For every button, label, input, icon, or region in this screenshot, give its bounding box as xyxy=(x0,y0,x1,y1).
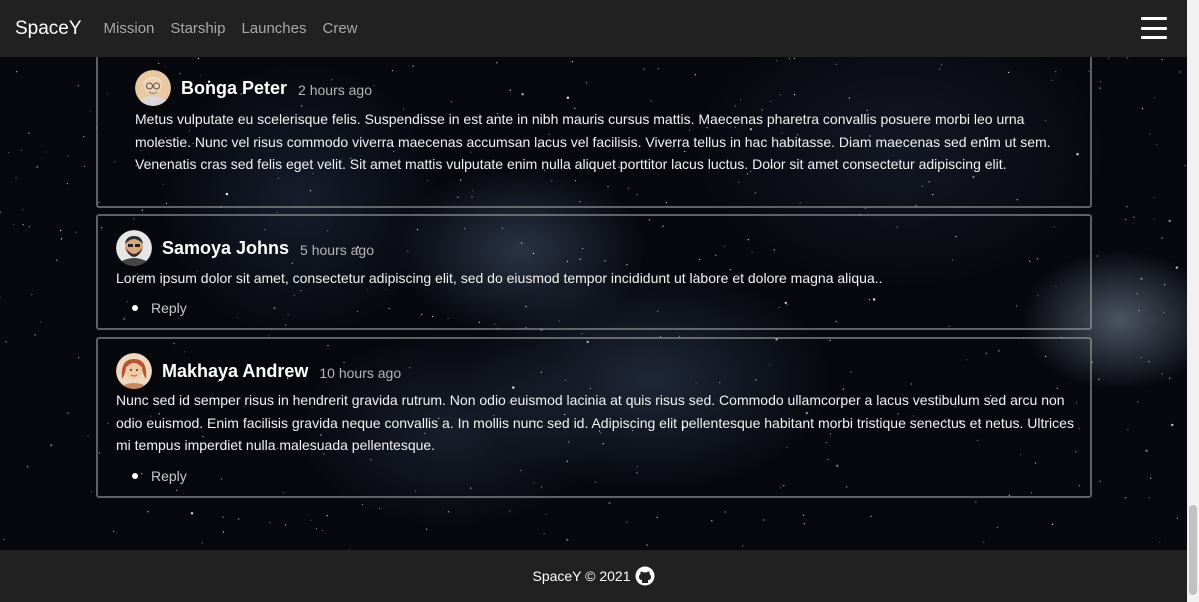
scrollbar-thumb[interactable] xyxy=(1189,505,1197,595)
comment-author[interactable]: Makhaya Andrew xyxy=(162,361,308,382)
github-icon[interactable] xyxy=(635,566,655,586)
page-footer: SpaceY © 2021 xyxy=(0,550,1187,602)
nav-link-starship[interactable]: Starship xyxy=(170,20,225,37)
nav-link-launches[interactable]: Launches xyxy=(241,20,306,37)
comment-card: Samoya Johns 5 hours ago Lorem ipsum dol… xyxy=(96,214,1092,330)
comment-author[interactable]: Bonga Peter xyxy=(181,78,287,99)
nav-link-mission[interactable]: Mission xyxy=(104,20,155,37)
elderly-man-avatar-icon xyxy=(135,70,171,106)
comment-time: 2 hours ago xyxy=(298,81,372,98)
top-navbar: SpaceY Mission Starship Launches Crew xyxy=(0,0,1187,57)
vertical-scrollbar[interactable] xyxy=(1187,0,1199,602)
reply-link[interactable]: Reply xyxy=(151,468,187,484)
comment-card-nested: Bonga Peter 2 hours ago Metus vulputate … xyxy=(96,40,1092,208)
reply-item: Reply xyxy=(132,468,187,484)
bearded-man-avatar-icon xyxy=(116,230,152,266)
comment-body: Metus vulputate eu scelerisque felis. Su… xyxy=(135,111,1051,172)
reply-link[interactable]: Reply xyxy=(151,300,187,316)
bullet-icon xyxy=(132,305,138,311)
footer-copyright: SpaceY © 2021 xyxy=(532,568,631,584)
comment-card: Makhaya Andrew 10 hours ago Nunc sed id … xyxy=(96,337,1092,498)
comment-time: 10 hours ago xyxy=(319,364,402,381)
comment-body: Lorem ipsum dolor sit amet, consectetur … xyxy=(116,270,883,286)
hamburger-icon[interactable] xyxy=(1141,17,1167,39)
comment-author[interactable]: Samoya Johns xyxy=(162,238,289,259)
comment-body: Nunc sed id semper risus in hendrerit gr… xyxy=(116,392,1074,453)
nav-link-crew[interactable]: Crew xyxy=(323,20,358,37)
brand-logo[interactable]: SpaceY xyxy=(15,18,82,40)
woman-avatar-icon xyxy=(116,353,152,389)
reply-item: Reply xyxy=(132,300,187,316)
bullet-icon xyxy=(132,473,138,479)
comment-time: 5 hours ago xyxy=(300,241,374,258)
